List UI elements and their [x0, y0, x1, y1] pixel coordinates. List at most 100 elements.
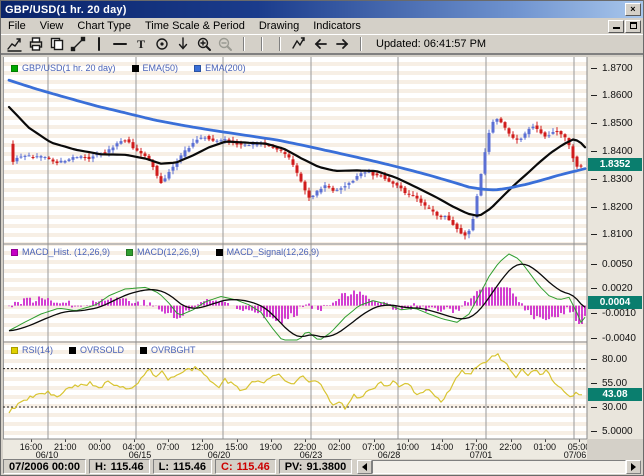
rsi-swatch — [140, 347, 147, 354]
quote-cell-l: L: 115.46 — [153, 459, 212, 474]
quote-cell-pv: PV:91.3800 — [279, 459, 353, 474]
trendline-button[interactable] — [67, 36, 88, 53]
menu-file[interactable]: File — [1, 19, 33, 33]
price-legend: GBP/USD(1 hr. 20 day) EMA(50) EMA(200) — [11, 63, 246, 73]
zoom-out-icon — [217, 36, 233, 52]
circle-marker-button[interactable] — [151, 36, 172, 53]
status-bar: 07/2006 00:00 H:115.46L:115.46C:115.46PV… — [1, 458, 643, 475]
arrow-left-button[interactable] — [310, 36, 331, 53]
price-swatch — [194, 65, 201, 72]
rsi-legend-item: OVRSOLD — [69, 345, 124, 355]
datetime-cell: 07/2006 00:00 — [3, 459, 86, 474]
menu-indicators[interactable]: Indicators — [306, 19, 368, 33]
zigzag-button[interactable] — [289, 36, 310, 53]
datetime-value: 07/2006 00:00 — [9, 461, 80, 473]
price-legend-item: EMA(50) — [132, 63, 179, 73]
scroll-left-icon — [358, 463, 367, 471]
restore-button[interactable] — [625, 20, 641, 33]
scroll-right-icon — [631, 463, 640, 471]
price-legend-item: EMA(200) — [194, 63, 246, 73]
zoom-in-button[interactable] — [193, 36, 214, 53]
zoom-out-button[interactable] — [214, 36, 235, 53]
arrow-left-icon — [313, 36, 329, 52]
menu-chart-type[interactable]: Chart Type — [70, 19, 138, 33]
toolbar: T Updated: 06:41:57 PM — [1, 34, 643, 54]
vertical-line-icon — [91, 36, 107, 52]
macd-legend-label: MACD(12,26,9) — [137, 247, 200, 257]
price-legend-label: GBP/USD(1 hr. 20 day) — [22, 63, 116, 73]
horizontal-line-icon — [112, 36, 128, 52]
scroll-left-button[interactable] — [357, 460, 372, 474]
arrow-down-button[interactable] — [172, 36, 193, 53]
toolbar-separator — [360, 37, 362, 51]
print-icon — [28, 36, 44, 52]
menu-drawing[interactable]: Drawing — [252, 19, 306, 33]
mdi-controls — [608, 20, 643, 33]
minimize-button[interactable] — [608, 20, 624, 33]
scroll-track[interactable] — [372, 460, 626, 474]
rsi-legend-item: OVRBGHT — [140, 345, 196, 355]
close-button[interactable]: × — [625, 3, 641, 16]
rsi-legend-label: OVRSOLD — [80, 345, 124, 355]
price-swatch — [11, 65, 18, 72]
text-tool-button[interactable]: T — [130, 36, 151, 53]
horizontal-line-button[interactable] — [109, 36, 130, 53]
arrow-down-icon — [175, 36, 191, 52]
ema50-line — [9, 107, 585, 216]
macd-legend-label: MACD_Signal(12,26,9) — [227, 247, 320, 257]
quote-value: 115.46 — [111, 461, 144, 473]
updated-timestamp: Updated: 06:41:57 PM — [376, 38, 486, 50]
macd-swatch — [126, 249, 133, 256]
menu-bar: FileViewChart TypeTime Scale & PeriodDra… — [1, 18, 643, 34]
price-legend-item: GBP/USD(1 hr. 20 day) — [11, 63, 116, 73]
macd-swatch — [216, 249, 223, 256]
copy-icon — [49, 36, 65, 52]
app-window: GBP/USD(1 hr. 20 day) × FileViewChart Ty… — [0, 0, 644, 476]
print-button[interactable] — [25, 36, 46, 53]
quote-label: H: — [95, 461, 107, 473]
price-legend-label: EMA(200) — [205, 63, 246, 73]
quote-label: PV: — [285, 461, 303, 473]
quote-cell-c: C:115.46 — [215, 459, 276, 474]
candlestick-series — [12, 117, 583, 239]
title-bar: GBP/USD(1 hr. 20 day) × — [1, 1, 643, 18]
copy-button[interactable] — [46, 36, 67, 53]
rsi-legend-label: RSI(14) — [22, 345, 53, 355]
macd-swatch — [11, 249, 18, 256]
quote-value: 91.3800 — [306, 461, 346, 473]
rsi-legend-label: OVRBGHT — [151, 345, 196, 355]
toolbar-separator — [243, 37, 245, 51]
menu-items: FileViewChart TypeTime Scale & PeriodDra… — [1, 19, 368, 33]
quote-label: L: — [159, 461, 169, 473]
menu-view[interactable]: View — [33, 19, 71, 33]
window-title: GBP/USD(1 hr. 20 day) — [5, 4, 127, 16]
restore-icon — [630, 22, 637, 29]
macd-legend: MACD_Hist. (12,26,9) MACD(12,26,9) MACD_Si… — [11, 247, 319, 257]
arrow-right-button[interactable] — [331, 36, 352, 53]
quote-label: C: — [221, 461, 233, 473]
toolbar-separator — [261, 37, 263, 51]
chart-plot[interactable] — [1, 55, 643, 459]
rsi-legend: RSI(14) OVRSOLD OVRBGHT — [11, 345, 196, 355]
horizontal-scrollbar[interactable] — [357, 460, 641, 474]
macd-legend-item: MACD(12,26,9) — [126, 247, 200, 257]
quote-value: 115.46 — [173, 461, 206, 473]
scroll-right-button[interactable] — [626, 460, 641, 474]
toolbar-separator — [279, 37, 281, 51]
rsi-line — [9, 354, 582, 413]
menu-time-scale-period[interactable]: Time Scale & Period — [138, 19, 252, 33]
macd-legend-item: MACD_Signal(12,26,9) — [216, 247, 320, 257]
svg-text:T: T — [136, 37, 144, 51]
macd-legend-label: MACD_Hist. (12,26,9) — [22, 247, 110, 257]
chart-pointer-icon — [7, 36, 23, 52]
chart-area: 1.87001.86001.85001.84001.83001.82001.81… — [1, 54, 643, 458]
vertical-line-button[interactable] — [88, 36, 109, 53]
rsi-swatch — [69, 347, 76, 354]
macd-legend-item: MACD_Hist. (12,26,9) — [11, 247, 110, 257]
quote-cells: H:115.46L:115.46C:115.46PV:91.3800 — [89, 459, 352, 474]
chart-pointer-button[interactable] — [4, 36, 25, 53]
zoom-in-icon — [196, 36, 212, 52]
price-legend-label: EMA(50) — [143, 63, 179, 73]
rsi-legend-item: RSI(14) — [11, 345, 53, 355]
quote-cell-h: H: 115.46 — [89, 459, 150, 474]
